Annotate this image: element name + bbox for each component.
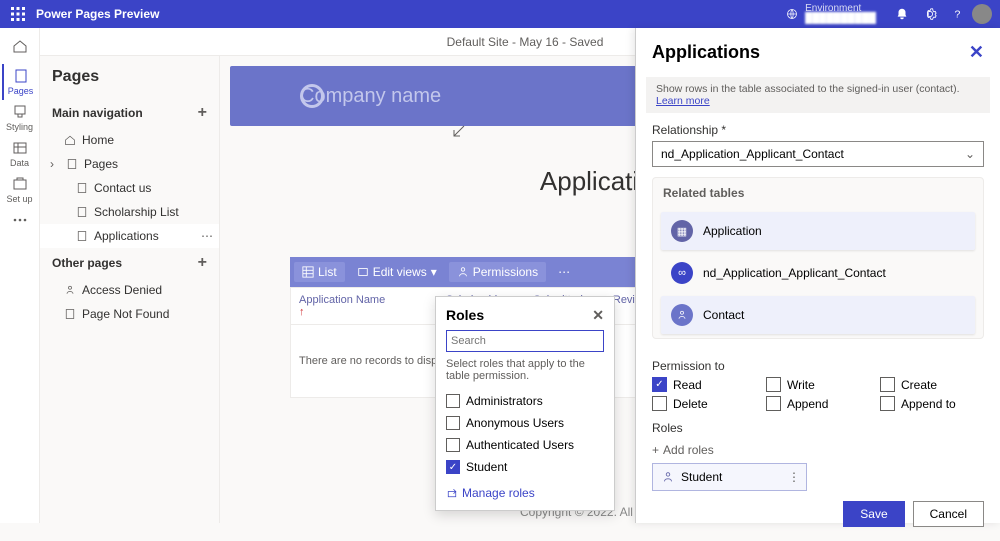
- add-page-icon[interactable]: +: [198, 254, 207, 272]
- nav-not-found[interactable]: Page Not Found: [40, 302, 219, 326]
- more-icon[interactable]: ⋯: [201, 229, 213, 243]
- nav-applications[interactable]: Applications ⋯: [40, 224, 219, 248]
- svg-text:?: ?: [955, 9, 961, 21]
- rail-label: Pages: [8, 86, 34, 96]
- environment-picker[interactable]: Environment ██████████: [786, 4, 876, 24]
- perm-create[interactable]: Create: [880, 377, 984, 392]
- list-toolbar: List Edit views ▾ Permissions ⋯: [290, 257, 680, 287]
- panel-title: Applications: [652, 42, 760, 63]
- role-authenticated[interactable]: Authenticated Users: [446, 434, 604, 456]
- chevron-down-icon: ⌄: [965, 147, 975, 161]
- rail-pages[interactable]: Pages: [2, 64, 38, 100]
- perm-write[interactable]: Write: [766, 377, 870, 392]
- rail-setup[interactable]: Set up: [2, 172, 38, 208]
- perm-read[interactable]: ✓Read: [652, 377, 756, 392]
- role-anonymous[interactable]: Anonymous Users: [446, 412, 604, 434]
- rail-label: Set up: [6, 194, 32, 204]
- section-main-nav: Main navigation +: [40, 98, 219, 128]
- pages-title: Pages: [40, 56, 219, 98]
- save-button[interactable]: Save: [843, 501, 904, 527]
- related-application[interactable]: ▦ Application: [661, 212, 975, 250]
- relationship-select[interactable]: nd_Application_Applicant_Contact ⌄: [652, 141, 984, 167]
- settings-icon[interactable]: [916, 0, 944, 28]
- role-chip-student[interactable]: Student ⋮: [652, 463, 807, 491]
- roles-section-title: Roles: [636, 411, 1000, 439]
- logo-icon: [300, 84, 324, 108]
- permissions-panel: Applications ✕ Show rows in the table as…: [635, 28, 1000, 523]
- rail-label: Data: [10, 158, 29, 168]
- sort-icon: ↑: [299, 306, 305, 318]
- more-icon[interactable]: ⋮: [788, 470, 800, 484]
- manage-roles-link[interactable]: Manage roles: [446, 486, 604, 500]
- person-icon: [661, 470, 675, 484]
- nav-contact[interactable]: Contact us: [40, 176, 219, 200]
- toolbar-more[interactable]: ⋯: [550, 262, 578, 282]
- role-student[interactable]: ✓Student: [446, 456, 604, 478]
- env-value: ██████████: [805, 13, 876, 24]
- rail-label: Styling: [6, 122, 33, 132]
- close-icon[interactable]: ✕: [592, 307, 604, 324]
- perm-title: Permission to: [636, 349, 1000, 377]
- nav-home[interactable]: Home: [40, 128, 219, 152]
- add-roles-button[interactable]: + Add roles: [652, 443, 984, 457]
- page-status: Default Site - May 16 - Saved: [447, 35, 604, 49]
- perm-append[interactable]: Append: [766, 396, 870, 411]
- rail-more[interactable]: [2, 208, 38, 234]
- toolbar-edit-views[interactable]: Edit views ▾: [349, 262, 445, 282]
- close-icon[interactable]: ✕: [969, 42, 984, 63]
- plus-icon: +: [652, 443, 659, 457]
- related-join[interactable]: ∞ nd_Application_Applicant_Contact: [661, 254, 975, 292]
- add-page-icon[interactable]: +: [198, 104, 207, 122]
- rail-data[interactable]: Data: [2, 136, 38, 172]
- home-icon[interactable]: [2, 34, 38, 64]
- chevron-right-icon: ›: [50, 157, 60, 171]
- help-icon[interactable]: ?: [944, 0, 972, 28]
- person-icon: [671, 304, 693, 326]
- toolbar-list[interactable]: List: [294, 262, 345, 282]
- chevron-down-icon: ▾: [431, 265, 437, 279]
- user-avatar[interactable]: [972, 4, 992, 24]
- col-name[interactable]: Application Name ↑: [299, 294, 416, 318]
- rail-styling[interactable]: Styling: [2, 100, 38, 136]
- link-icon: ∞: [671, 262, 693, 284]
- notifications-icon[interactable]: [888, 0, 916, 28]
- toolbar-permissions[interactable]: Permissions: [449, 262, 546, 282]
- roles-hint: Select roles that apply to the table per…: [446, 358, 604, 382]
- role-admin[interactable]: Administrators: [446, 390, 604, 412]
- perm-delete[interactable]: Delete: [652, 396, 756, 411]
- cancel-button[interactable]: Cancel: [913, 501, 984, 527]
- roles-popup: Roles ✕ Select roles that apply to the t…: [435, 296, 615, 511]
- related-contact[interactable]: Contact: [661, 296, 975, 334]
- perm-append-to[interactable]: Append to: [880, 396, 984, 411]
- roles-search-input[interactable]: [446, 330, 604, 352]
- info-bar: Show rows in the table associated to the…: [646, 77, 990, 113]
- section-other: Other pages +: [40, 248, 219, 278]
- back-arrow-icon[interactable]: [450, 122, 468, 145]
- related-tables: Related tables ▦ Application ∞ nd_Applic…: [652, 177, 984, 339]
- nav-scholarship[interactable]: Scholarship List: [40, 200, 219, 224]
- nav-pages[interactable]: › Pages: [40, 152, 219, 176]
- relationship-label: Relationship *: [636, 113, 1000, 141]
- table-icon: ▦: [671, 220, 693, 242]
- roles-title: Roles: [446, 307, 484, 324]
- app-title: Power Pages Preview: [36, 7, 159, 21]
- app-launcher-icon[interactable]: [8, 4, 28, 24]
- nav-access-denied[interactable]: Access Denied: [40, 278, 219, 302]
- learn-more-link[interactable]: Learn more: [656, 95, 710, 107]
